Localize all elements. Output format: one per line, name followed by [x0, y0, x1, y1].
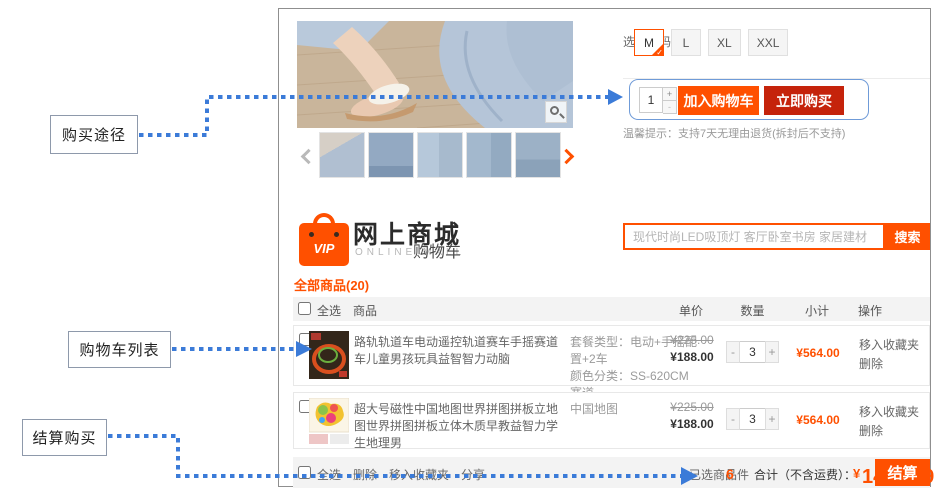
footer-select-all[interactable]: 全选: [317, 466, 341, 483]
cart-row: 路轨轨道车电动遥控轨道赛车手摇赛道车儿童男孩玩具益智智力动脑 套餐类型：电动+手…: [293, 325, 930, 386]
footer-move-favorites-link[interactable]: 移入收藏夹: [389, 466, 449, 483]
product-thumbnail[interactable]: [309, 398, 349, 447]
unit-price-cell: ¥225.00 ¥188.00: [664, 326, 720, 385]
cart-row: 超大号磁性中国地图世界拼图拼板立地图世界拼图拼板立体木质早教益智力学生地理男 中…: [293, 392, 930, 449]
selected-items-unit: 件: [737, 466, 749, 483]
annotation-label: 购买途径: [62, 124, 126, 145]
row-quantity-input[interactable]: [740, 408, 765, 430]
header-product: 商品: [353, 302, 377, 319]
footer-share-link[interactable]: 分享: [461, 466, 485, 483]
annotation-label: 购物车列表: [79, 339, 159, 360]
size-chip-label: L: [683, 36, 690, 50]
row-quantity-input[interactable]: [740, 341, 765, 363]
thumbnail-2[interactable]: [368, 132, 414, 178]
header-actions: 操作: [858, 302, 882, 319]
thumbnail-prev-icon[interactable]: [301, 149, 317, 165]
total-currency: ¥: [853, 466, 860, 481]
shop-panel: 选择尺码： M✓ L XL XXL + - 加入购物车 立即购买 温馨提示：支持…: [278, 8, 931, 487]
thumbnail-next-icon[interactable]: [559, 149, 575, 165]
select-all-checkbox[interactable]: [298, 302, 311, 315]
quantity-decrease-icon[interactable]: -: [726, 408, 740, 430]
checkout-button[interactable]: 结算: [875, 459, 930, 486]
header-subtotal: 小计: [789, 302, 845, 319]
subtotal-cell: ¥564.00: [790, 346, 846, 360]
footer-select-all-checkbox[interactable]: [298, 466, 311, 479]
add-to-cart-button[interactable]: 加入购物车: [678, 86, 759, 115]
quantity-decrease-icon[interactable]: -: [726, 341, 740, 363]
selected-check-icon: ✓: [656, 48, 663, 57]
quantity-input[interactable]: [639, 87, 663, 113]
annotation-cart-list: 购物车列表: [68, 331, 171, 368]
unit-price-cell: ¥225.00 ¥188.00: [664, 393, 720, 448]
cart-footer-bar: 全选 删除 移入收藏夹 分享 已选商品 6 件 合计（不含运费）： ¥ 1499…: [293, 457, 930, 488]
size-chip-m[interactable]: M✓: [634, 29, 664, 56]
page-title-cart: 购物车: [413, 238, 461, 262]
thumbnail-1[interactable]: [319, 132, 365, 178]
size-chip-label: M: [644, 36, 654, 50]
row-actions: 移入收藏夹 删除: [859, 403, 919, 441]
quantity-increase-icon[interactable]: +: [765, 341, 779, 363]
size-chip-l[interactable]: L: [671, 29, 701, 56]
header-quantity: 数量: [725, 302, 780, 319]
current-price: ¥188.00: [664, 417, 720, 431]
tab-all-items[interactable]: 全部商品(20): [294, 278, 369, 293]
size-chip-xxl[interactable]: XXL: [748, 29, 789, 56]
product-main-image: [297, 21, 573, 128]
search-input[interactable]: [623, 223, 885, 250]
cart-table-header: 全选 商品 单价 数量 小计 操作: [293, 297, 930, 321]
annotation-label: 结算购买: [32, 427, 96, 448]
original-price: ¥225.00: [664, 333, 720, 347]
buy-now-button[interactable]: 立即购买: [764, 86, 844, 115]
logo-vip-text: VIP: [299, 241, 349, 256]
header-select-all: 全选: [317, 302, 341, 319]
size-chip-label: XL: [717, 36, 732, 50]
size-chip-label: XXL: [757, 36, 780, 50]
size-options: M✓ L XL XXL: [634, 29, 788, 56]
annotation-purchase-path: 购买途径: [50, 115, 138, 154]
search-button[interactable]: 搜索: [885, 223, 930, 250]
row-quantity-stepper: - +: [726, 408, 779, 430]
selected-items-count: 6: [726, 466, 734, 482]
quantity-stepper: + -: [639, 87, 677, 113]
header-unit-price: 单价: [663, 302, 719, 319]
footer-delete-link[interactable]: 删除: [353, 466, 377, 483]
move-to-favorites-link[interactable]: 移入收藏夹: [859, 336, 919, 355]
thumbnail-5[interactable]: [515, 132, 561, 178]
product-thumbnail[interactable]: [309, 331, 349, 382]
row-actions: 移入收藏夹 删除: [859, 336, 919, 374]
size-chip-xl[interactable]: XL: [708, 29, 741, 56]
thumbnail-4[interactable]: [466, 132, 512, 178]
quantity-decrease-icon[interactable]: -: [663, 101, 677, 114]
thumbnail-3[interactable]: [417, 132, 463, 178]
delete-link[interactable]: 删除: [859, 422, 919, 441]
delete-link[interactable]: 删除: [859, 355, 919, 374]
total-label: 合计（不含运费）：: [754, 466, 856, 483]
subtotal-cell: ¥564.00: [790, 413, 846, 427]
quantity-increase-icon[interactable]: +: [663, 87, 677, 101]
zoom-magnifier-icon[interactable]: [545, 101, 567, 123]
product-title[interactable]: 路轨轨道车电动遥控轨道赛车手摇赛道车儿童男孩玩具益智智力动脑: [354, 334, 566, 368]
product-title[interactable]: 超大号磁性中国地图世界拼图拼板立地图世界拼图拼板立体木质早教益智力学生地理男: [354, 401, 566, 452]
quantity-increase-icon[interactable]: +: [765, 408, 779, 430]
move-to-favorites-link[interactable]: 移入收藏夹: [859, 403, 919, 422]
mall-logo: VIP: [299, 213, 349, 266]
original-price: ¥225.00: [664, 400, 720, 414]
current-price: ¥188.00: [664, 350, 720, 364]
annotation-checkout: 结算购买: [22, 419, 107, 456]
return-policy-tip: 温馨提示：支持7天无理由退货(拆封后不支持): [623, 125, 845, 141]
row-quantity-stepper: - +: [726, 341, 779, 363]
